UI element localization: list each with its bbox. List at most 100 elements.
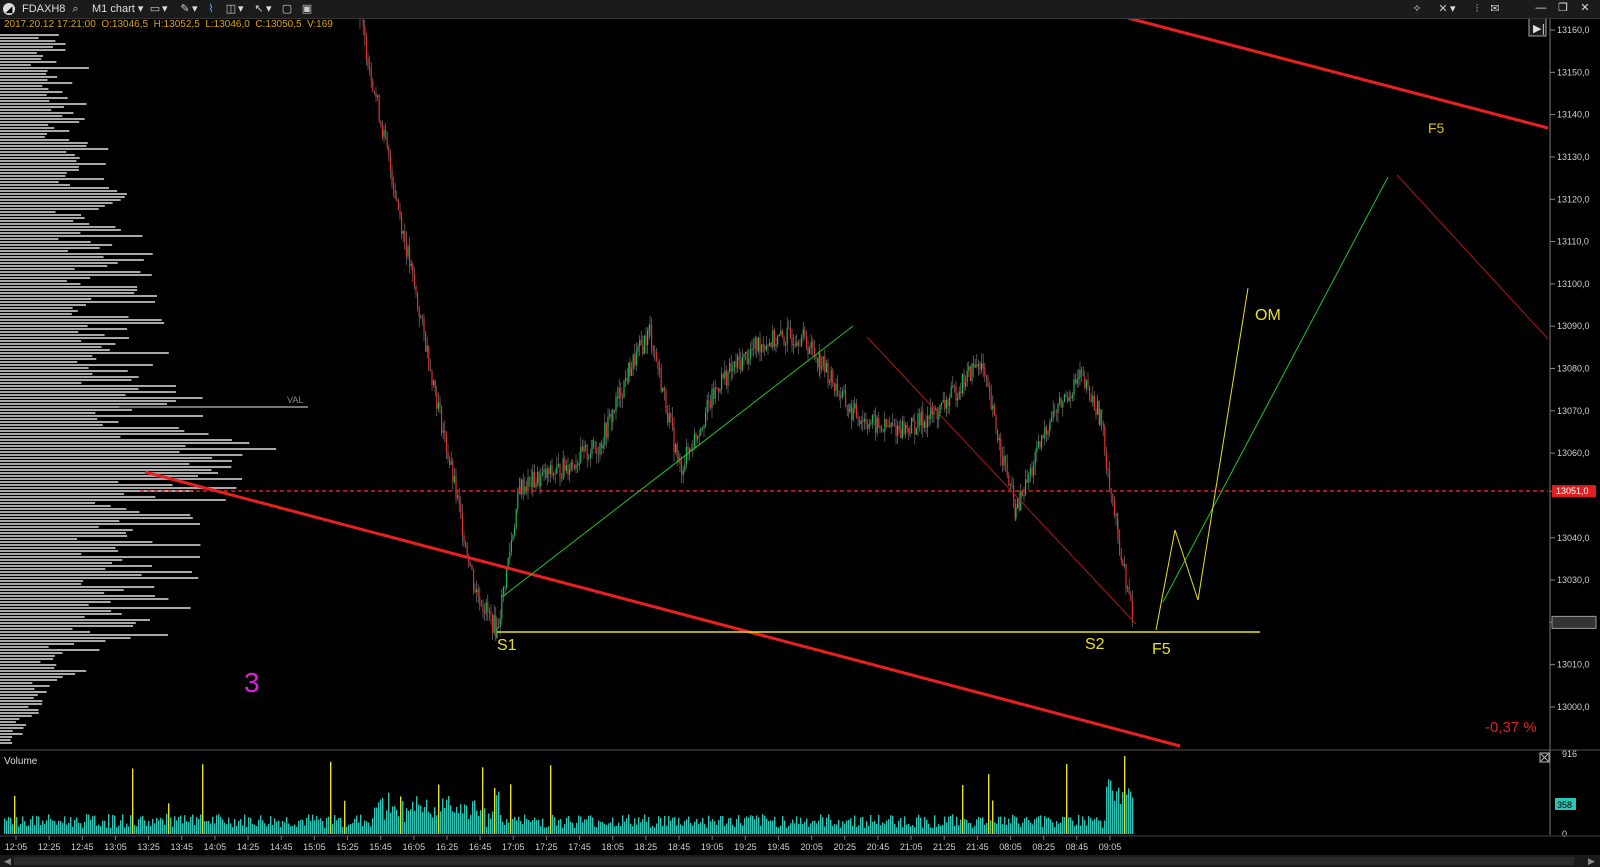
close-button[interactable]: ✕ [1574,1,1596,14]
volume-bar [976,819,978,834]
candle-body [995,415,997,430]
volume-bar [122,814,124,834]
volume-bar [52,820,54,834]
stack-button[interactable]: ▣ [300,2,314,16]
candle-body [444,430,446,433]
candle-body [1125,564,1127,589]
bell-button[interactable]: ✉ [1488,2,1502,16]
profile-bar [0,559,123,561]
volume-bar [1028,820,1030,834]
volume-bar [1014,816,1016,834]
candle-body [663,387,665,391]
candle-body [543,469,545,473]
volume-bar [322,821,324,834]
candle-body [380,121,382,125]
volume-bar [1036,817,1038,834]
pointer-button[interactable]: ↖ ▾ [252,2,271,16]
template-button[interactable]: ▢ [280,2,294,16]
scroll-right-icon[interactable]: ▶ [1588,856,1595,866]
volume-bar [802,823,804,834]
volume-bar [22,816,24,834]
candle-body [920,411,922,426]
candle-body [887,425,889,427]
profile-bar [0,136,45,138]
profile-bar [0,76,58,78]
volume-bar [566,817,568,834]
candle-body [1062,402,1064,408]
volume-bar [736,819,738,834]
layout-button[interactable]: ◫ ▾ [224,2,244,16]
symbol-selector[interactable]: FDAXH8 ⌕ [22,2,82,16]
volume-bar [98,824,100,834]
profile-bar [0,148,109,150]
candle-body [439,402,441,407]
volume-bar [310,820,312,834]
candle-body [1042,435,1044,439]
profile-bar [0,106,64,108]
chart-canvas[interactable]: VAL 13160,0 13150,0 13140,0 13130,0 13120,0 1… [0,0,1600,867]
magic-button[interactable]: ✧ [1410,2,1424,16]
candle-body [561,477,563,480]
profile-bar [0,412,96,414]
volume-bar [1034,819,1036,834]
volume-bar [740,823,742,834]
candle-body [515,508,517,528]
candle-body [1127,587,1129,589]
candle-body [1123,564,1125,566]
candle-body [488,611,490,613]
volume-bar [932,827,934,834]
volume-bar [1070,817,1072,834]
logo-icon[interactable]: ◢ [3,2,15,16]
candle-body [969,366,971,381]
time-label: 13:25 [137,842,160,852]
profile-bar [0,520,120,522]
volume-bar [552,814,554,834]
candle-body [857,417,859,421]
indicator-button[interactable]: ⌇ [204,2,218,16]
volume-bar [860,817,862,834]
scrollbar-thumb[interactable] [14,857,1574,865]
volume-bar [1072,820,1074,834]
volume-bar [64,816,66,834]
volume-bar [734,826,736,834]
volume-bar [1052,822,1054,834]
volume-bar [450,805,452,834]
profile-bar [0,499,226,501]
chart-type-button[interactable]: ▭ ▾ [148,2,168,16]
profile-bar [0,400,177,402]
candle-body [369,66,371,70]
volume-bar [456,806,458,834]
profile-bar [0,424,103,426]
volume-bar [118,825,120,834]
volume-bar [216,815,218,834]
volume-bar [590,815,592,834]
profile-bar [0,97,68,99]
draw-tools-button[interactable]: ✎ ▾ [178,2,197,16]
profile-bar [0,478,242,480]
volume-bar [58,820,60,834]
candle-body [431,371,433,386]
maximize-button[interactable]: ❐ [1552,1,1574,14]
candle-body [833,383,835,391]
volume-bar [432,817,434,834]
scroll-left-icon[interactable]: ◀ [4,856,11,866]
volume-bar [612,817,614,834]
volume-bar [864,827,866,834]
profile-bar [0,706,29,708]
timeframe-dropdown[interactable]: M1 chart ▾ [92,2,143,16]
volume-bar [154,823,156,834]
candle-body [1102,423,1104,427]
volume-bar [144,820,146,834]
profile-bar [0,568,106,570]
volume-bar [556,825,558,834]
minimize-button[interactable]: — [1530,2,1552,14]
volume-bar [18,826,20,834]
volume-bar [1124,756,1126,834]
cross-button[interactable]: ✕ ▾ [1436,2,1455,16]
volume-bar [926,819,928,834]
volume-bar [128,826,130,834]
candle-body [778,334,780,336]
volume-bar [20,823,22,834]
volume-bar [114,815,116,834]
stats-button[interactable]: ⫶ [1470,2,1484,16]
